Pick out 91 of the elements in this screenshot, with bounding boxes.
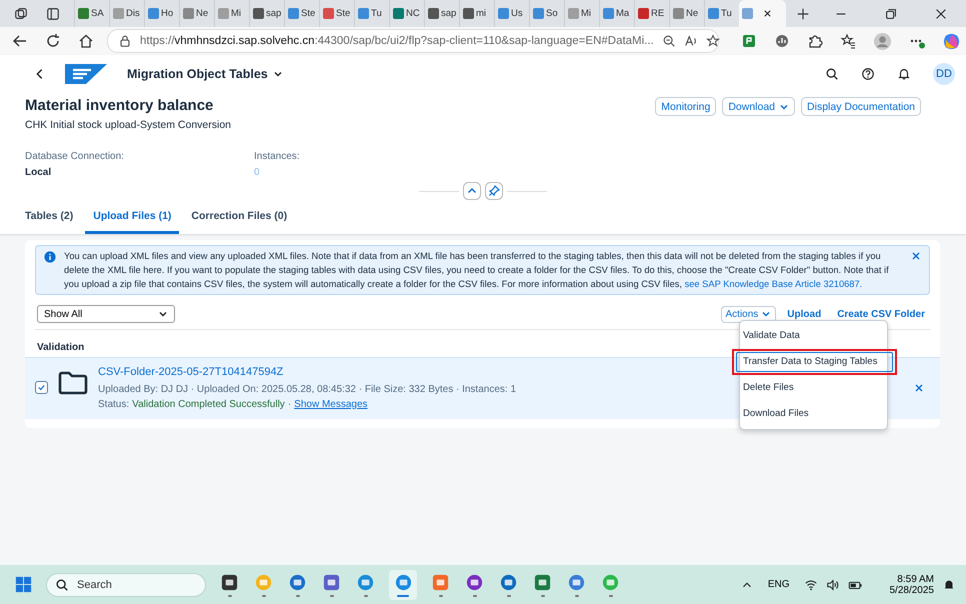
workspaces-icon[interactable] xyxy=(14,6,28,20)
info-icon xyxy=(44,251,56,263)
app-title-menu[interactable]: Migration Object Tables xyxy=(125,64,285,82)
page-icon xyxy=(113,8,124,19)
read-aloud-icon[interactable] xyxy=(684,34,698,48)
puzzle-icon[interactable] xyxy=(807,33,823,49)
tab[interactable]: Correction Files (0) xyxy=(183,204,296,234)
show-messages-link[interactable]: Show Messages xyxy=(294,398,368,410)
menu-item[interactable]: Delete Files xyxy=(736,378,893,398)
language-indicator[interactable]: ENG xyxy=(768,579,790,590)
page-icon xyxy=(533,8,544,19)
wifi-icon[interactable] xyxy=(804,578,818,592)
menu-item[interactable]: Transfer Data to Staging Tables xyxy=(736,352,893,372)
taskbar-search-field[interactable]: Search xyxy=(46,572,206,596)
close-icon[interactable] xyxy=(763,9,772,18)
page-icon xyxy=(323,8,334,19)
collapse-icon[interactable] xyxy=(463,182,481,200)
star-icon[interactable] xyxy=(706,34,720,48)
chevron-down-icon xyxy=(761,309,772,319)
page-icon xyxy=(253,8,264,19)
toolbar-button[interactable]: Create CSV Folder xyxy=(832,306,930,322)
search-icon xyxy=(55,578,69,592)
folder-link[interactable]: CSV-Folder-2025-05-27T104147594Z xyxy=(98,366,284,378)
clock-time[interactable]: 8:59 AM xyxy=(897,574,934,584)
checkmark-icon xyxy=(37,383,46,392)
column-header: Validation xyxy=(36,341,86,355)
tab[interactable]: Tables (2) xyxy=(17,204,82,234)
page-icon xyxy=(428,8,439,19)
copilot-icon[interactable] xyxy=(942,32,961,50)
page-icon xyxy=(708,8,719,19)
home-icon[interactable] xyxy=(78,33,94,49)
profile-icon[interactable] xyxy=(873,32,892,50)
back-arrow-icon[interactable] xyxy=(12,33,28,49)
header-button[interactable]: Display Documentation xyxy=(801,97,921,116)
separator-text: · xyxy=(288,398,292,410)
zoom-out-icon[interactable] xyxy=(662,34,676,48)
delete-icon[interactable] xyxy=(914,382,924,392)
status-label: Status: xyxy=(98,398,130,410)
header-button[interactable]: Monitoring xyxy=(655,97,716,116)
page-icon xyxy=(393,8,404,19)
attribute-label: Database Connection: xyxy=(25,151,125,162)
folder-icon xyxy=(58,370,88,394)
status-text: Validation Completed Successfully xyxy=(132,398,285,410)
knowledge-base-link[interactable]: see SAP Knowledge Base Article 3210687. xyxy=(684,279,862,289)
page-icon xyxy=(288,8,299,19)
tab-actions-icon[interactable] xyxy=(46,6,60,20)
page-subtitle: CHK Initial stock upload-System Conversion xyxy=(25,119,232,131)
address-field[interactable]: https://vhmhnsdzci.sap.solvehc.cn:44300/sap/bc/ui2/flp?sap-client=110&sap-language=EN#DataMi... xyxy=(107,29,719,53)
page-icon xyxy=(638,8,649,19)
toolbar-button[interactable]: Upload xyxy=(782,306,826,322)
windows-start-icon[interactable] xyxy=(14,575,33,594)
chevron-down-icon xyxy=(158,309,168,319)
refresh-icon[interactable] xyxy=(45,33,61,49)
page-icon xyxy=(218,8,229,19)
page-icon xyxy=(78,8,89,19)
extension-icon[interactable] xyxy=(741,33,757,49)
search-icon[interactable] xyxy=(825,66,839,80)
checkbox[interactable] xyxy=(35,381,48,394)
attribute-label: Instances: xyxy=(254,151,301,162)
user-avatar[interactable]: DD xyxy=(933,62,955,84)
menu-item[interactable]: Validate Data xyxy=(736,326,893,346)
page-icon xyxy=(358,8,369,19)
help-icon[interactable] xyxy=(861,66,875,80)
favorites-icon[interactable] xyxy=(840,33,856,49)
restore-icon[interactable] xyxy=(884,6,898,20)
extension-icon[interactable] xyxy=(774,33,790,49)
page-icon xyxy=(568,8,579,19)
file-details: Uploaded By: DJ DJ · Uploaded On: 2025.05.28, 08:45:32 · File Size: 332 Bytes · Instances: 1 xyxy=(98,384,516,394)
close-icon[interactable] xyxy=(934,6,948,20)
page-icon xyxy=(148,8,159,19)
page-icon xyxy=(603,8,614,19)
filter-dropdown[interactable]: Show All xyxy=(37,305,175,323)
menu-button[interactable]: Download xyxy=(722,97,796,116)
speaker-icon[interactable] xyxy=(826,578,840,592)
page-icon xyxy=(463,8,474,19)
notification-bell-icon[interactable] xyxy=(942,578,956,592)
new-tab-icon[interactable] xyxy=(796,6,810,20)
logo-icon xyxy=(65,64,107,84)
tab[interactable]: Upload Files (1) xyxy=(85,204,180,234)
clock-date[interactable]: 5/28/2025 xyxy=(890,584,934,596)
attribute-value: Local xyxy=(25,167,52,178)
actions-menu-button[interactable]: Actions xyxy=(720,306,776,322)
info-text: You can upload XML files and view any uploaded XML files. Note that if data from an XML file has been transferred to the staging tables, then this data will not be deleted from the staging tables if you delete the XML file here. If you want to populate the staging tables with data using CSV files, you need to create a folder for the CSV files. To do this, choose the "Create CSV Folder" button. Note that if you upload a zip file that contains CSV files, the system will automatically create a folder for the CSV files. For more information about using CSV files, see SAP Knowledge Base Article 3210687. xyxy=(64,250,890,291)
bell-icon[interactable] xyxy=(897,66,911,80)
lock-icon xyxy=(118,34,132,48)
pin-icon[interactable] xyxy=(485,182,503,200)
page-icon xyxy=(673,8,684,19)
page-icon xyxy=(742,8,753,19)
page-icon xyxy=(498,8,509,19)
page-title: Material inventory balance xyxy=(25,97,214,114)
page-icon xyxy=(183,8,194,19)
